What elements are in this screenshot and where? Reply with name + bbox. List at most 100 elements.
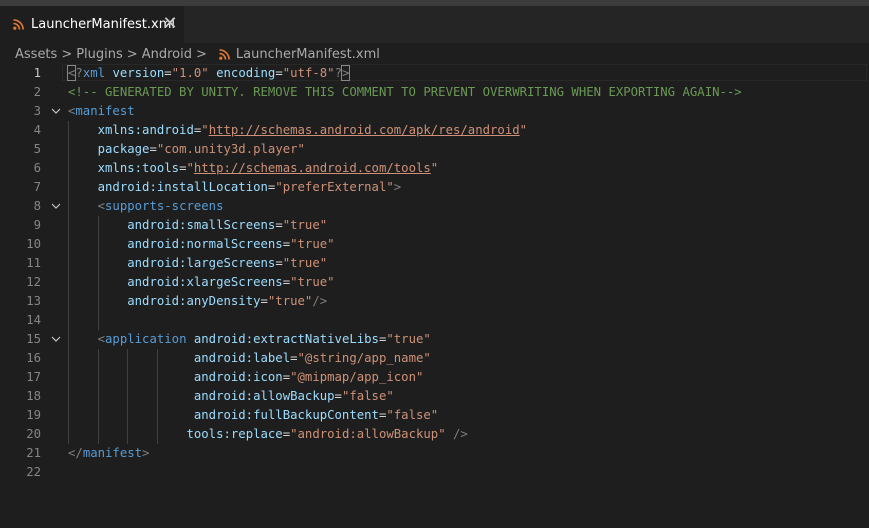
- code-line[interactable]: 6 xmlns:tools="http://schemas.android.co…: [0, 159, 869, 178]
- line-number: 16: [26, 351, 41, 365]
- code-line[interactable]: 16 android:label="@string/app_name": [0, 349, 869, 368]
- code-token: "true": [386, 332, 431, 346]
- code-line[interactable]: 7 android:installLocation="preferExterna…: [0, 178, 869, 197]
- code-token: xmlns:tools: [97, 161, 180, 175]
- code-line[interactable]: 21 </manifest>: [0, 444, 869, 463]
- code-line[interactable]: 10 android:normalScreens="true": [0, 235, 869, 254]
- code-text: android:installLocation="preferExternal"…: [68, 178, 402, 197]
- line-number: 17: [26, 370, 41, 384]
- code-token: "com.unity3d.player": [156, 142, 305, 156]
- line-number: 10: [26, 237, 41, 251]
- code-line[interactable]: 5 package="com.unity3d.player": [0, 140, 869, 159]
- code-line[interactable]: 1 <?xml version="1.0" encoding="utf-8"?>: [0, 64, 869, 83]
- line-number: 1: [33, 66, 41, 80]
- code-line[interactable]: 8 <supports-screens: [0, 197, 869, 216]
- code-line[interactable]: 12 android:xlargeScreens="true": [0, 273, 869, 292]
- code-token: =: [275, 66, 283, 80]
- line-number: 2: [33, 85, 41, 99]
- code-line[interactable]: 14: [0, 311, 869, 330]
- breadcrumb-item-plugins[interactable]: Plugins: [76, 47, 123, 62]
- code-text: </manifest>: [68, 444, 149, 463]
- code-token: android:largeScreens: [127, 256, 276, 270]
- line-number: 20: [26, 427, 41, 441]
- code-text: xmlns:tools="http://schemas.android.com/…: [68, 159, 439, 178]
- code-text: android:fullBackupContent="false": [68, 406, 438, 425]
- code-token: <!-- GENERATED BY UNITY. REMOVE THIS COM…: [68, 85, 742, 99]
- code-token: "false": [386, 408, 439, 422]
- code-token: "utf-8": [282, 66, 335, 80]
- indent-guide: [68, 121, 69, 444]
- breadcrumb-item-file[interactable]: LauncherManifest.xml: [236, 47, 380, 62]
- code-text: android:icon="@mipmap/app_icon": [68, 368, 424, 387]
- code-token: <: [97, 199, 106, 213]
- code-token: </: [68, 446, 83, 460]
- code-line[interactable]: 13 android:anyDensity="true"/>: [0, 292, 869, 311]
- code-editor[interactable]: 1 <?xml version="1.0" encoding="utf-8"?> 2…: [0, 64, 869, 528]
- indent-guide: [127, 349, 129, 444]
- code-token: android:fullBackupContent: [193, 408, 379, 422]
- code-token: package: [97, 142, 150, 156]
- code-line[interactable]: 17 android:icon="@mipmap/app_icon": [0, 368, 869, 387]
- code-line[interactable]: 15 <application android:extractNativeLib…: [0, 330, 869, 349]
- fold-chevron-icon[interactable]: [50, 197, 62, 216]
- code-text: android:label="@string/app_name": [68, 349, 431, 368]
- line-number: 14: [26, 313, 41, 327]
- code-line[interactable]: 22: [0, 463, 869, 482]
- code-token: <: [97, 332, 106, 346]
- code-token: ": [186, 161, 194, 175]
- line-number: 11: [26, 256, 41, 270]
- breadcrumb-item-assets[interactable]: Assets: [15, 47, 57, 62]
- code-text: xmlns:android="http://schemas.android.co…: [68, 121, 527, 140]
- rss-icon: [13, 19, 24, 30]
- fold-chevron-icon[interactable]: [50, 330, 62, 349]
- tab-bar: LauncherManifest.xml ✕: [0, 0, 869, 43]
- code-token: http://schemas.android.com/apk/res/andro…: [208, 123, 520, 137]
- code-line[interactable]: 18 android:allowBackup="false": [0, 387, 869, 406]
- code-token: tools:replace: [186, 427, 283, 441]
- code-text: android:anyDensity="true"/>: [68, 292, 327, 311]
- code-token: application: [105, 332, 187, 346]
- code-line[interactable]: 4 xmlns:android="http://schemas.android.…: [0, 121, 869, 140]
- line-number: 4: [33, 123, 41, 137]
- code-token: version: [112, 66, 165, 80]
- fold-chevron-icon[interactable]: [50, 102, 62, 121]
- code-line[interactable]: 20 tools:replace="android:allowBackup" /…: [0, 425, 869, 444]
- code-token: =: [282, 275, 291, 289]
- line-number: 21: [26, 446, 41, 460]
- line-number: 13: [26, 294, 41, 308]
- code-line[interactable]: 11 android:largeScreens="true": [0, 254, 869, 273]
- line-number: 15: [26, 332, 41, 346]
- code-text: package="com.unity3d.player": [68, 140, 305, 159]
- code-token: "@mipmap/app_icon": [290, 370, 424, 384]
- tab-launcher-manifest[interactable]: LauncherManifest.xml ✕: [0, 6, 184, 43]
- code-text: <application android:extractNativeLibs="…: [68, 330, 431, 349]
- code-text: android:normalScreens="true": [68, 235, 334, 254]
- code-token: "true": [267, 294, 313, 308]
- code-token: >: [340, 65, 351, 81]
- line-number: 6: [33, 161, 41, 175]
- code-token: ": [519, 123, 528, 137]
- close-icon[interactable]: ✕: [160, 14, 180, 34]
- indent-guide: [156, 349, 158, 444]
- breadcrumb-item-android[interactable]: Android: [142, 47, 192, 62]
- code-line[interactable]: 2 <!-- GENERATED BY UNITY. REMOVE THIS CO…: [0, 83, 869, 102]
- breadcrumb: Assets > Plugins > Android > LauncherMan…: [0, 43, 869, 65]
- tab-label: LauncherManifest.xml: [31, 17, 175, 32]
- code-token: android:normalScreens: [127, 237, 283, 251]
- code-line[interactable]: 3 <manifest: [0, 102, 869, 121]
- code-token: "android:allowBackup": [290, 427, 446, 441]
- code-line[interactable]: 9 android:smallScreens="true": [0, 216, 869, 235]
- code-token: =: [149, 142, 157, 156]
- chevron-right-icon: >: [61, 46, 73, 62]
- code-line[interactable]: 19 android:fullBackupContent="false": [0, 406, 869, 425]
- code-token: =: [334, 389, 342, 403]
- code-token: ?: [334, 66, 342, 80]
- line-number: 18: [26, 389, 41, 403]
